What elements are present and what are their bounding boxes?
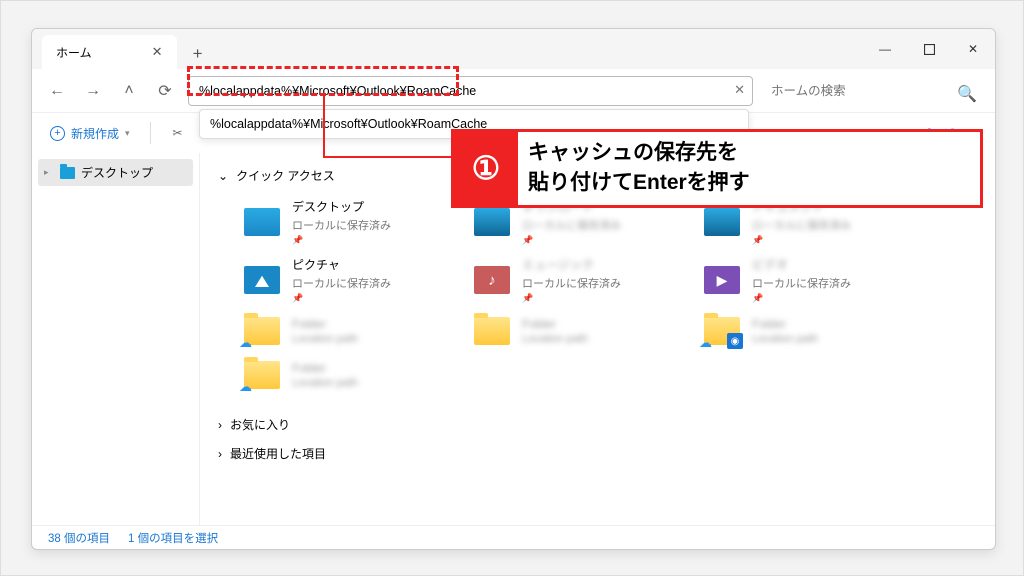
item-name: Folder [292,317,358,331]
desktop-icon [244,205,282,239]
pin-icon: 📌 [292,293,391,304]
item-sub: Location path [522,333,588,345]
item-pictures[interactable]: ピクチャ ローカルに保存済み 📌 [244,256,444,304]
cut-button[interactable]: ✂ [163,118,193,148]
callout-connector [323,96,325,158]
section-favorites[interactable]: › お気に入り [218,410,977,439]
documents-icon [704,205,742,239]
separator [150,122,151,144]
chevron-down-icon: ▾ [125,128,130,139]
refresh-button[interactable]: ⟳ [148,74,182,108]
search-input[interactable] [765,76,987,106]
item-name: Folder [292,361,358,375]
quick-access-grid: デスクトップ ローカルに保存済み 📌 ダウンロード ローカルに保存済み 📌 [218,190,977,410]
section-recent[interactable]: › 最近使用した項目 [218,439,977,468]
folder-icon: ☁ [244,314,282,348]
music-icon: ♪ [474,263,512,297]
titlebar: ホーム ✕ + — ✕ [32,29,995,69]
item-sub: ローカルに保存済み [292,275,391,291]
search-icon: 🔍 [957,84,977,104]
chevron-right-icon: ▸ [44,167,54,178]
forward-button[interactable]: → [76,74,110,108]
selected-count: 1 個の項目を選択 [128,530,218,546]
sidebar-item-label: デスクトップ [81,164,153,181]
item-name: Folder [522,317,588,331]
videos-icon: ▶ [704,263,742,297]
pin-icon: 📌 [752,235,851,246]
cloud-icon: ☁ [699,335,712,351]
up-button[interactable]: ˄ [112,74,146,108]
section-label: クイック アクセス [236,167,335,184]
item-desktop[interactable]: デスクトップ ローカルに保存済み 📌 [244,198,444,246]
status-bar: 38 個の項目 1 個の項目を選択 [32,525,995,549]
item-sub: ローカルに保存済み [522,217,621,233]
minimize-button[interactable]: — [863,29,907,69]
close-window-button[interactable]: ✕ [951,29,995,69]
sidebar-item-desktop[interactable]: ▸ デスクトップ [38,159,193,186]
sidebar: ▸ デスクトップ [32,153,200,525]
new-label: 新規作成 [71,125,119,142]
item-name: デスクトップ [292,198,391,215]
item-sub: ローカルに保存済み [292,217,391,233]
new-button[interactable]: + 新規作成 ▾ [42,121,138,146]
explorer-window: ホーム ✕ + — ✕ ← → ˄ ⟳ ✕ 🔍 + 新規作成 ▾ ✂ ⧉ [31,28,996,550]
maximize-button[interactable] [907,29,951,69]
new-tab-button[interactable]: + [183,39,213,69]
step-number: ① [454,132,518,205]
tab-title: ホーム [56,44,92,61]
chevron-right-icon: › [218,447,222,461]
nav-toolbar: ← → ˄ ⟳ ✕ 🔍 [32,69,995,113]
address-bar: ✕ [188,76,753,106]
item-name: ビデオ [752,256,851,273]
item-folder-2[interactable]: Folder Location path [474,314,674,348]
item-sub: ローカルに保存済み [752,275,851,291]
address-input[interactable] [188,76,753,106]
pin-icon: 📌 [752,293,851,304]
chevron-down-icon: ⌄ [218,169,228,183]
downloads-icon [474,205,512,239]
clear-icon[interactable]: ✕ [734,82,745,98]
item-sub: ローカルに保存済み [522,275,621,291]
item-folder-4[interactable]: ☁ Folder Location path [244,358,444,392]
item-sub: ローカルに保存済み [752,217,851,233]
pin-icon: 📌 [522,235,621,246]
item-name: Folder [752,317,818,331]
cloud-icon: ☁ [239,335,252,351]
callout-connector [323,156,451,158]
folder-icon: ◉☁ [704,314,742,348]
tab-home[interactable]: ホーム ✕ [42,35,177,69]
instruction-text: キャッシュの保存先を 貼り付けてEnterを押す [518,132,980,205]
pin-icon: 📌 [292,235,391,246]
window-controls: — ✕ [863,29,995,69]
item-sub: Location path [292,333,358,345]
folder-icon [60,167,75,179]
back-button[interactable]: ← [40,74,74,108]
item-folder-3[interactable]: ◉☁ Folder Location path [704,314,904,348]
instruction-callout: ① キャッシュの保存先を 貼り付けてEnterを押す [451,129,983,208]
section-label: 最近使用した項目 [230,445,326,462]
suggestion-text: %localappdata%¥Microsoft¥Outlook¥RoamCac… [210,117,487,131]
folder-icon: ☁ [244,358,282,392]
cloud-icon: ☁ [239,379,252,395]
folder-icon [474,314,512,348]
item-folder-1[interactable]: ☁ Folder Location path [244,314,444,348]
main-panel[interactable]: ⌄ クイック アクセス デスクトップ ローカルに保存済み 📌 ダウンロード [200,153,995,525]
item-music[interactable]: ♪ ミュージック ローカルに保存済み 📌 [474,256,674,304]
item-count: 38 個の項目 [48,530,110,546]
section-label: お気に入り [230,416,290,433]
plus-icon: + [50,126,65,141]
content-area: ▸ デスクトップ ⌄ クイック アクセス デスクトップ ローカルに保存済み 📌 [32,153,995,525]
item-sub: Location path [752,333,818,345]
item-name: ピクチャ [292,256,391,273]
item-sub: Location path [292,377,358,389]
item-name: ミュージック [522,256,621,273]
pictures-icon [244,263,282,297]
search-bar: 🔍 [765,76,987,106]
item-videos[interactable]: ▶ ビデオ ローカルに保存済み 📌 [704,256,904,304]
onedrive-icon: ◉ [727,333,743,349]
chevron-right-icon: › [218,418,222,432]
pin-icon: 📌 [522,293,621,304]
close-icon[interactable]: ✕ [152,44,163,60]
